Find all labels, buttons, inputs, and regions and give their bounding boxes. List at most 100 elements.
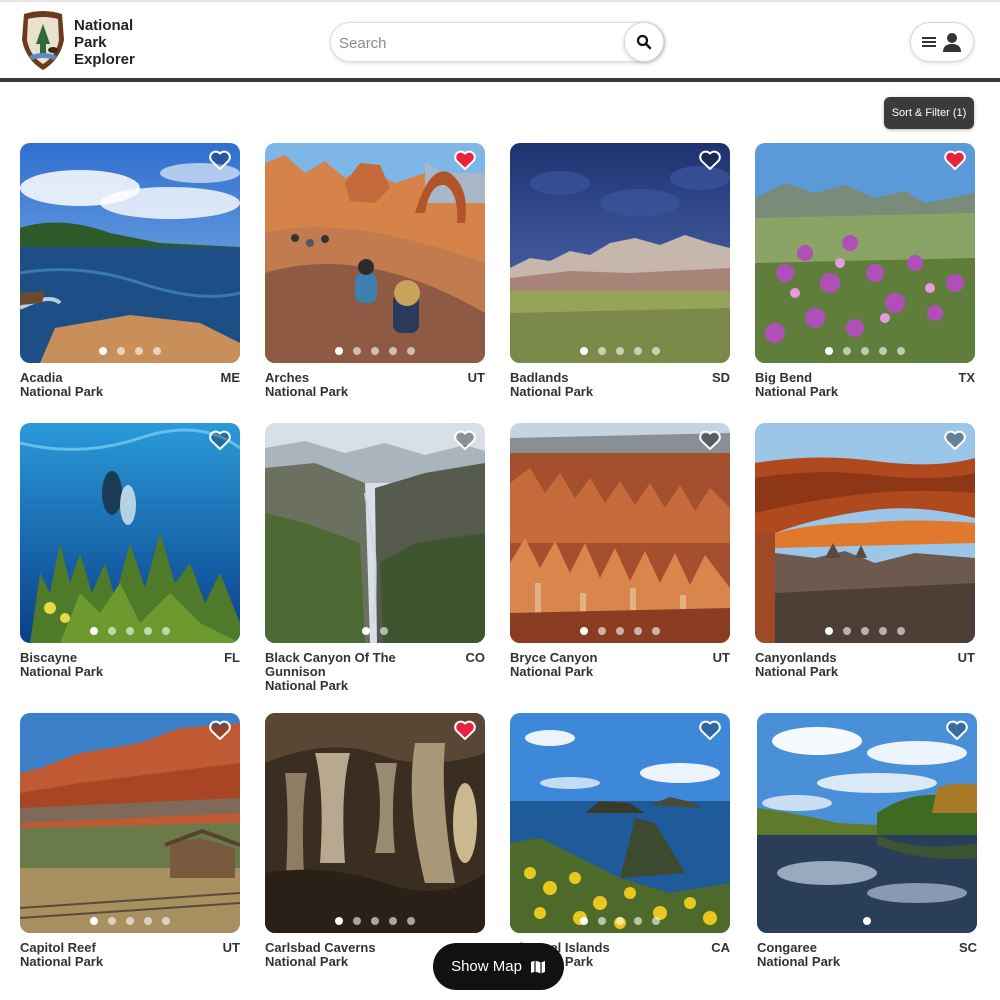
carousel-dot[interactable] xyxy=(616,627,624,635)
heart-icon[interactable] xyxy=(698,429,722,451)
park-photo[interactable] xyxy=(265,143,485,363)
carousel-dot[interactable] xyxy=(897,347,905,355)
carousel-dot[interactable] xyxy=(108,917,116,925)
carousel-dot[interactable] xyxy=(389,347,397,355)
park-photo[interactable] xyxy=(265,423,485,643)
park-card-congaree[interactable]: Congaree National Park SC xyxy=(757,713,977,969)
photo-carousel-dots[interactable] xyxy=(20,917,240,925)
carousel-dot[interactable] xyxy=(117,347,125,355)
photo-carousel-dots[interactable] xyxy=(265,627,485,635)
carousel-dot[interactable] xyxy=(879,347,887,355)
park-photo[interactable] xyxy=(510,713,730,933)
carousel-dot[interactable] xyxy=(335,347,343,355)
carousel-dot[interactable] xyxy=(897,627,905,635)
park-card-black-canyon[interactable]: Black Canyon Of The Gunnison National Pa… xyxy=(265,423,485,693)
carousel-dot[interactable] xyxy=(371,917,379,925)
carousel-dot[interactable] xyxy=(90,627,98,635)
carousel-dot[interactable] xyxy=(861,627,869,635)
carousel-dot[interactable] xyxy=(153,347,161,355)
photo-carousel-dots[interactable] xyxy=(755,347,975,355)
carousel-dot[interactable] xyxy=(99,347,107,355)
park-card-biscayne[interactable]: Biscayne National Park FL xyxy=(20,423,240,679)
carousel-dot[interactable] xyxy=(335,917,343,925)
photo-carousel-dots[interactable] xyxy=(510,627,730,635)
park-card-capitol-reef[interactable]: Capitol Reef National Park UT xyxy=(20,713,240,969)
carousel-dot[interactable] xyxy=(126,627,134,635)
photo-carousel-dots[interactable] xyxy=(757,917,977,925)
brand-title[interactable]: National Park Explorer xyxy=(74,17,135,68)
park-card-arches[interactable]: Arches National Park UT xyxy=(265,143,485,399)
carousel-dot[interactable] xyxy=(362,627,370,635)
carousel-dot[interactable] xyxy=(353,347,361,355)
carousel-dot[interactable] xyxy=(580,917,588,925)
carousel-dot[interactable] xyxy=(126,917,134,925)
photo-carousel-dots[interactable] xyxy=(20,347,240,355)
park-photo[interactable] xyxy=(510,143,730,363)
park-card-channel-islands[interactable]: Channel Islands National Park CA xyxy=(510,713,730,969)
heart-icon[interactable] xyxy=(945,719,969,741)
photo-carousel-dots[interactable] xyxy=(510,917,730,925)
carousel-dot[interactable] xyxy=(634,347,642,355)
carousel-dot[interactable] xyxy=(598,347,606,355)
carousel-dot[interactable] xyxy=(598,627,606,635)
carousel-dot[interactable] xyxy=(135,347,143,355)
park-card-canyonlands[interactable]: Canyonlands National Park UT xyxy=(755,423,975,679)
heart-icon[interactable] xyxy=(698,719,722,741)
heart-icon[interactable] xyxy=(453,719,477,741)
carousel-dot[interactable] xyxy=(162,627,170,635)
park-card-carlsbad-caverns[interactable]: Carlsbad Caverns National Park xyxy=(265,713,485,969)
carousel-dot[interactable] xyxy=(407,347,415,355)
park-photo[interactable] xyxy=(510,423,730,643)
carousel-dot[interactable] xyxy=(371,347,379,355)
carousel-dot[interactable] xyxy=(144,917,152,925)
photo-carousel-dots[interactable] xyxy=(510,347,730,355)
carousel-dot[interactable] xyxy=(843,627,851,635)
heart-icon[interactable] xyxy=(208,149,232,171)
sort-filter-button[interactable]: Sort & Filter (1) xyxy=(884,97,974,129)
photo-carousel-dots[interactable] xyxy=(755,627,975,635)
carousel-dot[interactable] xyxy=(861,347,869,355)
carousel-dot[interactable] xyxy=(580,627,588,635)
carousel-dot[interactable] xyxy=(380,627,388,635)
carousel-dot[interactable] xyxy=(389,917,397,925)
heart-icon[interactable] xyxy=(943,149,967,171)
search-button[interactable] xyxy=(624,22,664,62)
carousel-dot[interactable] xyxy=(634,917,642,925)
heart-icon[interactable] xyxy=(453,149,477,171)
carousel-dot[interactable] xyxy=(598,917,606,925)
carousel-dot[interactable] xyxy=(843,347,851,355)
carousel-dot[interactable] xyxy=(652,627,660,635)
park-photo[interactable] xyxy=(755,143,975,363)
heart-icon[interactable] xyxy=(943,429,967,451)
carousel-dot[interactable] xyxy=(162,917,170,925)
carousel-dot[interactable] xyxy=(580,347,588,355)
heart-icon[interactable] xyxy=(208,719,232,741)
carousel-dot[interactable] xyxy=(616,917,624,925)
heart-icon[interactable] xyxy=(208,429,232,451)
user-menu-button[interactable] xyxy=(910,22,974,62)
park-card-bryce-canyon[interactable]: Bryce Canyon National Park UT xyxy=(510,423,730,679)
search-input[interactable] xyxy=(339,31,619,55)
carousel-dot[interactable] xyxy=(353,917,361,925)
park-photo[interactable] xyxy=(20,143,240,363)
carousel-dot[interactable] xyxy=(634,627,642,635)
heart-icon[interactable] xyxy=(453,429,477,451)
park-card-acadia[interactable]: Acadia National Park ME xyxy=(20,143,240,399)
carousel-dot[interactable] xyxy=(863,917,871,925)
nps-arrowhead-icon[interactable] xyxy=(20,10,66,72)
carousel-dot[interactable] xyxy=(144,627,152,635)
carousel-dot[interactable] xyxy=(825,347,833,355)
park-card-badlands[interactable]: Badlands National Park SD xyxy=(510,143,730,399)
park-card-big-bend[interactable]: Big Bend National Park TX xyxy=(755,143,975,399)
park-photo[interactable] xyxy=(757,713,977,933)
carousel-dot[interactable] xyxy=(90,917,98,925)
photo-carousel-dots[interactable] xyxy=(20,627,240,635)
heart-icon[interactable] xyxy=(698,149,722,171)
park-photo[interactable] xyxy=(20,713,240,933)
park-photo[interactable] xyxy=(265,713,485,933)
park-photo[interactable] xyxy=(755,423,975,643)
carousel-dot[interactable] xyxy=(108,627,116,635)
carousel-dot[interactable] xyxy=(407,917,415,925)
photo-carousel-dots[interactable] xyxy=(265,917,485,925)
carousel-dot[interactable] xyxy=(879,627,887,635)
